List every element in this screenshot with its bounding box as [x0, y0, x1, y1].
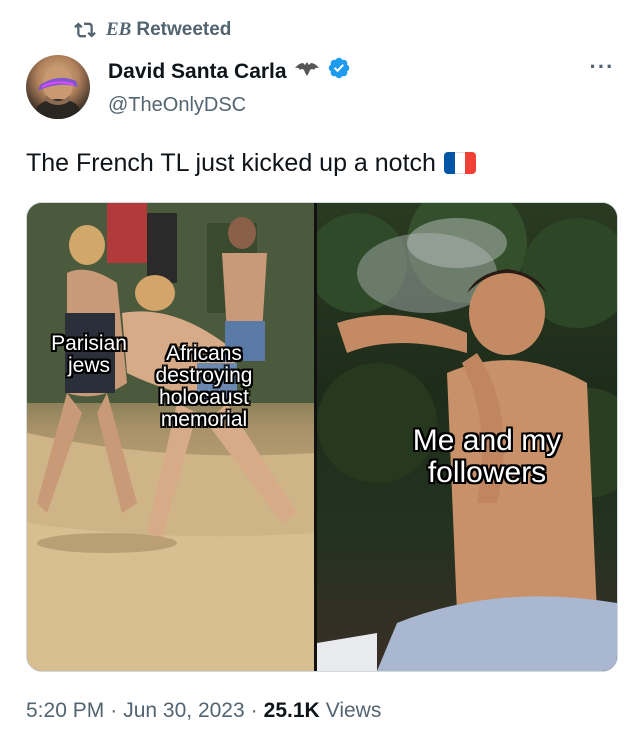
meme-left-scene — [27, 203, 314, 671]
author-handle[interactable]: @TheOnlyDSC — [108, 93, 351, 117]
meme-label-africans: Africans destroying holocaust memorial — [155, 342, 253, 432]
tweet-media-image[interactable]: Parisian jews Africans destroying holoca… — [26, 202, 618, 672]
retweet-text: EB Retweeted — [106, 19, 231, 41]
retweeter-name[interactable]: EB — [106, 19, 131, 41]
meta-separator: · — [250, 699, 258, 722]
tweet-meta: 5:20 PM · Jun 30, 2023 · 25.1K Views — [26, 699, 381, 723]
meta-separator: · — [110, 699, 118, 722]
more-options-icon: ··· — [589, 54, 615, 79]
verified-badge-icon[interactable] — [327, 56, 351, 87]
tweet-body: The French TL just kicked up a notch — [26, 149, 436, 177]
author-name[interactable]: David Santa Carla — [108, 59, 287, 85]
views-count[interactable]: 25.1K — [264, 699, 320, 723]
avatar[interactable] — [26, 55, 90, 119]
tweet-date[interactable]: Jun 30, 2023 — [123, 699, 244, 723]
meme-label-parisian: Parisian jews — [51, 332, 127, 378]
batman-emblem-icon — [293, 59, 321, 85]
more-options-button[interactable]: ··· — [584, 54, 620, 80]
author-block[interactable]: David Santa Carla @TheOnlyDSC — [108, 56, 351, 117]
retweet-header[interactable]: EB Retweeted — [74, 19, 231, 41]
tweet-text: The French TL just kicked up a notch — [26, 147, 476, 179]
flag-france-icon — [443, 152, 476, 174]
retweet-icon — [74, 19, 96, 41]
views-label: Views — [325, 699, 382, 722]
meme-left-panel — [27, 203, 314, 671]
meme-label-me: Me and my followers — [412, 424, 562, 489]
tweet-time[interactable]: 5:20 PM — [26, 699, 104, 723]
retweet-label: Retweeted — [136, 19, 232, 40]
